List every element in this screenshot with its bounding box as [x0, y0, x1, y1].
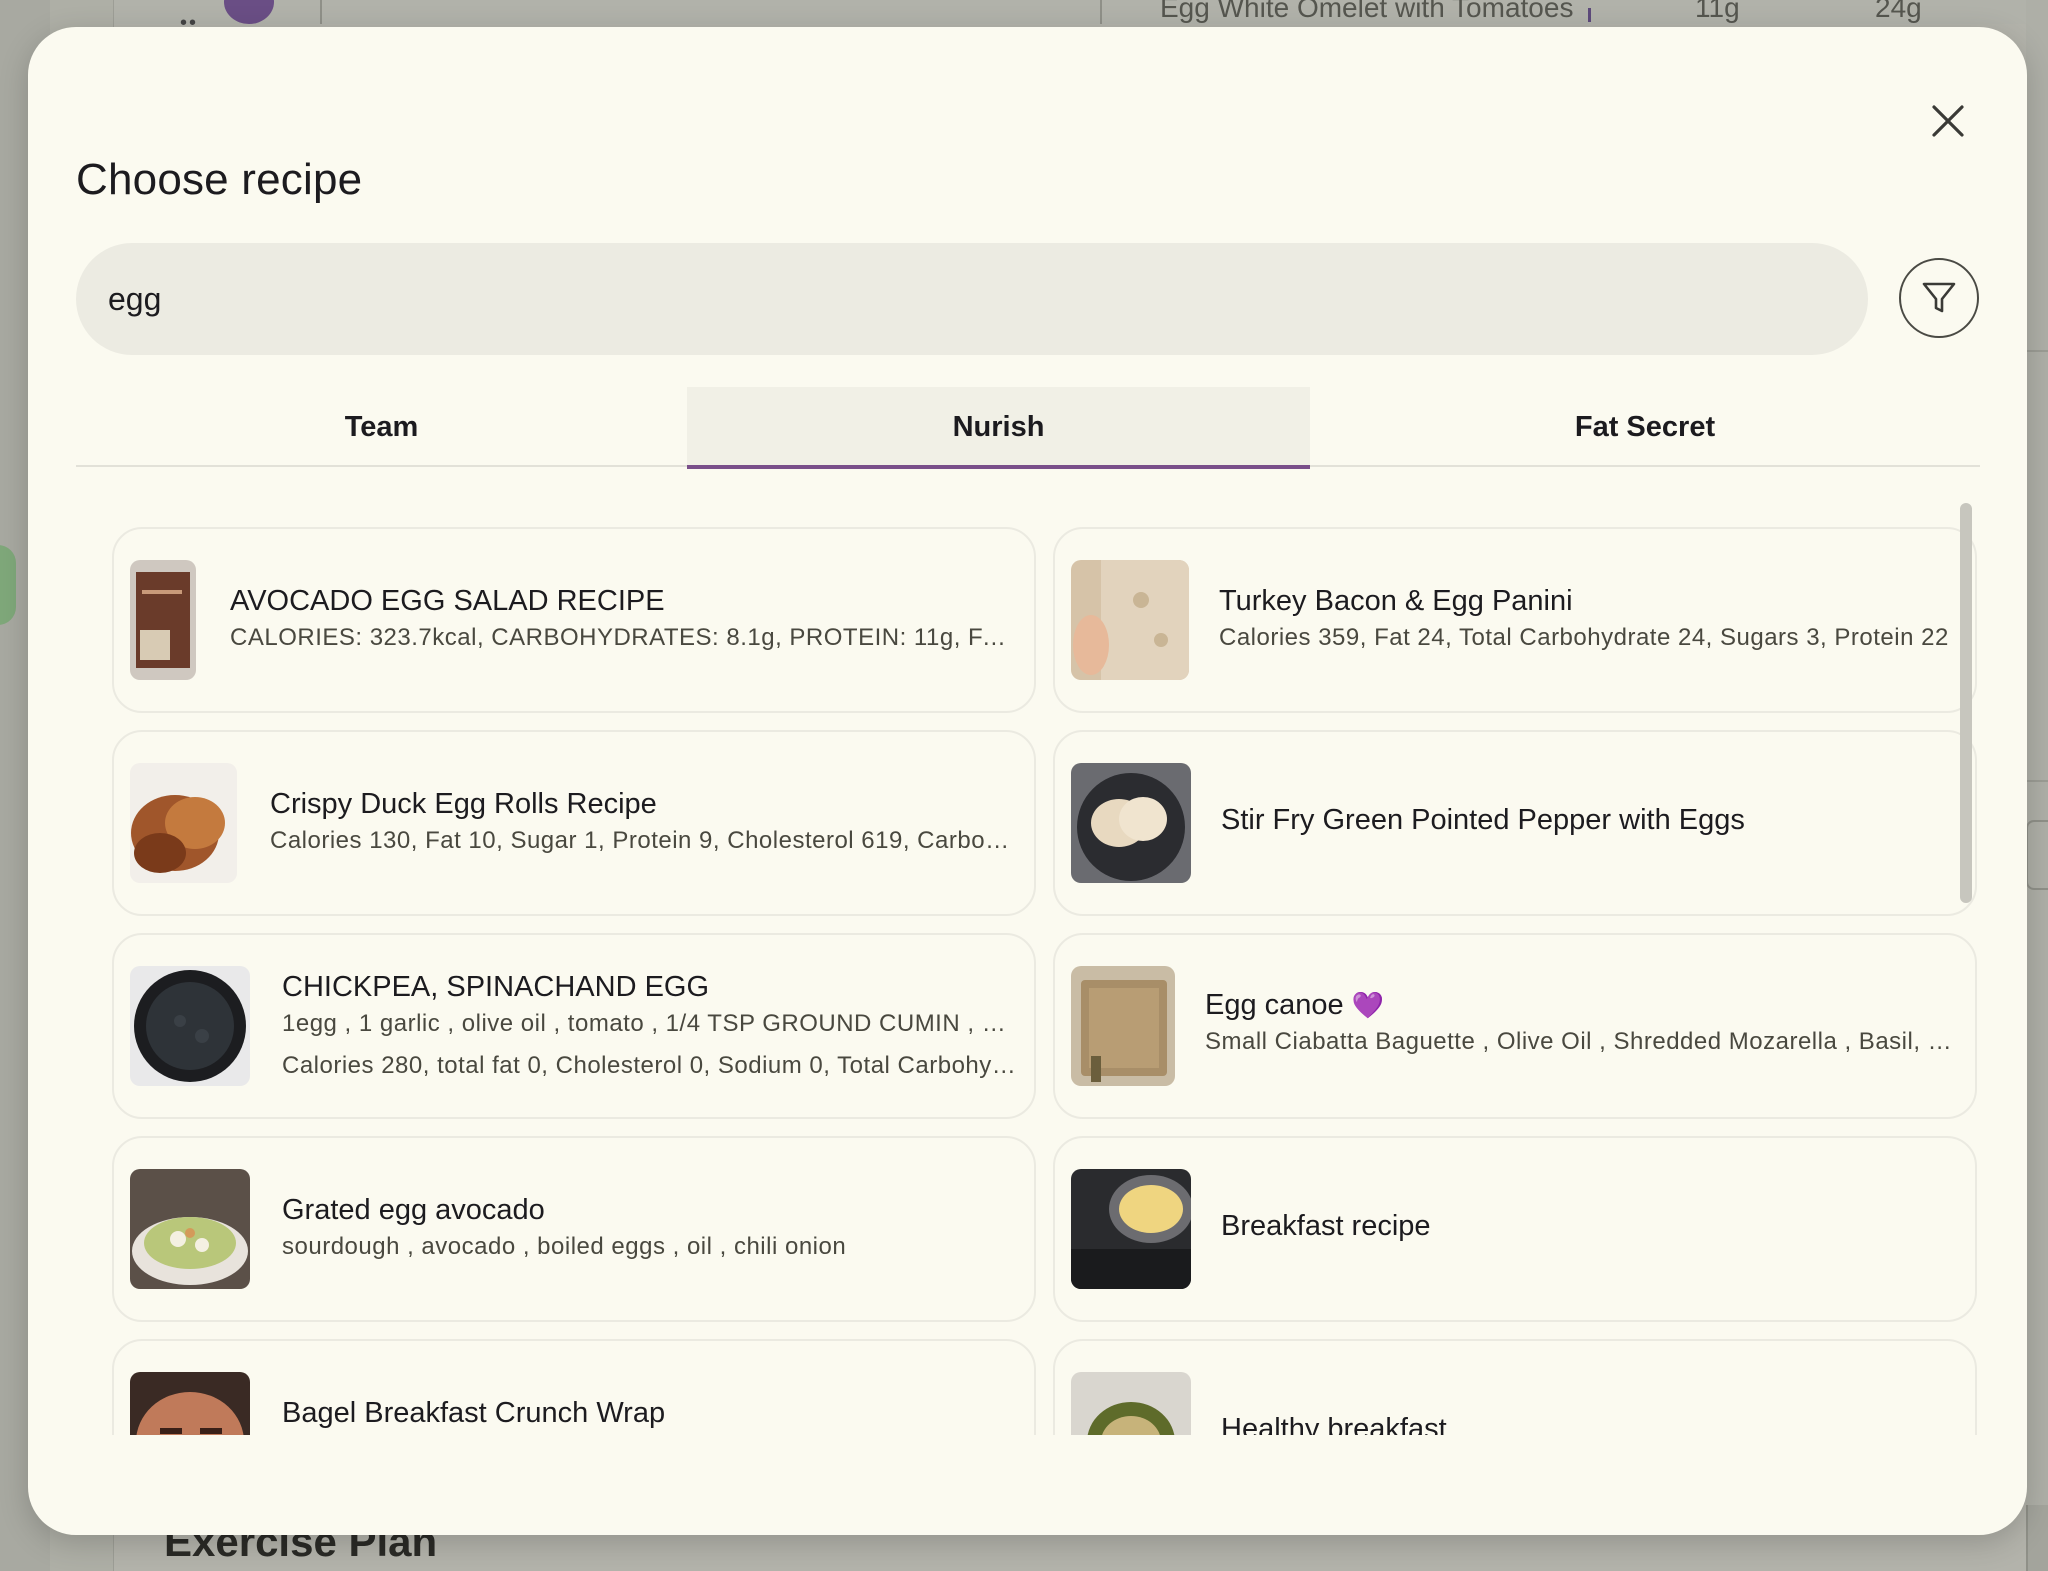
- background-divider: [1588, 8, 1591, 22]
- recipe-card[interactable]: Breakfast recipe: [1053, 1136, 1977, 1322]
- avocado-toast-thumbnail: [130, 1169, 250, 1289]
- purple-heart-icon: 💜: [1351, 990, 1385, 1020]
- recipe-ingredients: Small Ciabatta Baguette , Olive Oil , Sh…: [1205, 1028, 1959, 1055]
- background-protein-value: 11g: [1695, 0, 1740, 23]
- baking-tray-thumbnail: [1071, 966, 1175, 1086]
- recipe-title: Stir Fry Green Pointed Pepper with Eggs: [1221, 804, 1745, 836]
- background-meal-name: Egg White Omelet with Tomatoes: [1160, 0, 1574, 23]
- recipe-nutrition: Calories 130, Fat 10, Sugar 1, Protein 9…: [270, 827, 1018, 854]
- book-thumbnail: [130, 560, 196, 680]
- dialog-title: Choose recipe: [76, 155, 363, 204]
- recipe-ingredients: sourdough , avocado , boiled eggs , oil …: [282, 1233, 847, 1260]
- background-right-rail: [2026, 0, 2048, 1571]
- background-carb-value: 24g: [1875, 0, 1922, 23]
- recipe-title: AVOCADO EGG SALAD RECIPE: [230, 585, 665, 617]
- recipe-card[interactable]: Turkey Bacon & Egg Panini Calories 359, …: [1053, 527, 1977, 713]
- recipe-title: Crispy Duck Egg Rolls Recipe: [270, 788, 657, 820]
- search-box[interactable]: [76, 243, 1868, 355]
- close-button[interactable]: [1916, 89, 1980, 153]
- recipe-title: Breakfast recipe: [1221, 1210, 1431, 1242]
- stuffed-avocado-thumbnail: [1071, 1372, 1191, 1435]
- recipe-title: Bagel Breakfast Crunch Wrap: [282, 1397, 666, 1429]
- recipe-card[interactable]: Stir Fry Green Pointed Pepper with Eggs: [1053, 730, 1977, 916]
- close-icon: [1932, 105, 1964, 137]
- recipe-nutrition: CALORIES: 323.7kcal, CARBOHYDRATES: 8.1g…: [230, 624, 1018, 651]
- filter-button[interactable]: [1899, 258, 1979, 338]
- recipe-nutrition: Calories 280, total fat 0, Cholesterol 0…: [282, 1052, 1018, 1079]
- tab-nurish[interactable]: Nurish: [687, 387, 1310, 469]
- tab-team[interactable]: Team: [76, 387, 687, 467]
- recipe-title: Egg canoe: [1205, 989, 1344, 1021]
- background-input-box: [2026, 820, 2048, 890]
- filter-funnel-icon: [1922, 282, 1956, 313]
- choose-recipe-dialog: Choose recipe Team Nurish Fat Secret AV: [28, 27, 2027, 1535]
- recipe-title: Healthy breakfast: [1221, 1413, 1447, 1435]
- list-scrollbar[interactable]: [1960, 503, 1972, 903]
- recipe-card[interactable]: Grated egg avocado sourdough , avocado ,…: [112, 1136, 1036, 1322]
- egg-rolls-thumbnail: [130, 763, 237, 883]
- recipe-title: Grated egg avocado: [282, 1194, 545, 1226]
- recipe-list[interactable]: AVOCADO EGG SALAD RECIPE CALORIES: 323.7…: [76, 495, 1986, 1435]
- recipe-title: CHICKPEA, SPINACHAND EGG: [282, 971, 710, 1003]
- bread-thumbnail: [1071, 560, 1189, 680]
- recipe-card[interactable]: Healthy breakfast: [1053, 1339, 1977, 1435]
- background-box: [2026, 1505, 2048, 1571]
- search-input[interactable]: [108, 280, 1868, 318]
- recipe-card[interactable]: Egg canoe 💜 Small Ciabatta Baguette , Ol…: [1053, 933, 1977, 1119]
- pan-tortilla-thumbnail: [1071, 763, 1191, 883]
- skillet-thumbnail: [130, 966, 250, 1086]
- stove-pan-thumbnail: [1071, 1169, 1191, 1289]
- recipe-card[interactable]: Crispy Duck Egg Rolls Recipe Calories 13…: [112, 730, 1036, 916]
- recipe-nutrition: Calories 359, Fat 24, Total Carbohydrate…: [1219, 624, 1949, 651]
- recipe-card[interactable]: AVOCADO EGG SALAD RECIPE CALORIES: 323.7…: [112, 527, 1036, 713]
- person-thumbnail: [130, 1372, 250, 1435]
- background-divider: [2026, 780, 2048, 782]
- recipe-card[interactable]: CHICKPEA, SPINACHAND EGG 1egg , 1 garlic…: [112, 933, 1036, 1119]
- source-tabs: Team Nurish Fat Secret: [76, 387, 1980, 469]
- recipe-title: Turkey Bacon & Egg Panini: [1219, 585, 1573, 617]
- background-divider: [2026, 350, 2048, 352]
- background-table-row: [114, 0, 2034, 24]
- background-divider: [320, 0, 322, 24]
- background-green-indicator: [0, 545, 16, 625]
- background-divider: [1100, 0, 1102, 24]
- recipe-ingredients: 1egg , 1 garlic , olive oil , tomato , 1…: [282, 1010, 1018, 1037]
- tab-fat-secret[interactable]: Fat Secret: [1310, 387, 1980, 467]
- recipe-card[interactable]: Bagel Breakfast Crunch Wrap: [112, 1339, 1036, 1435]
